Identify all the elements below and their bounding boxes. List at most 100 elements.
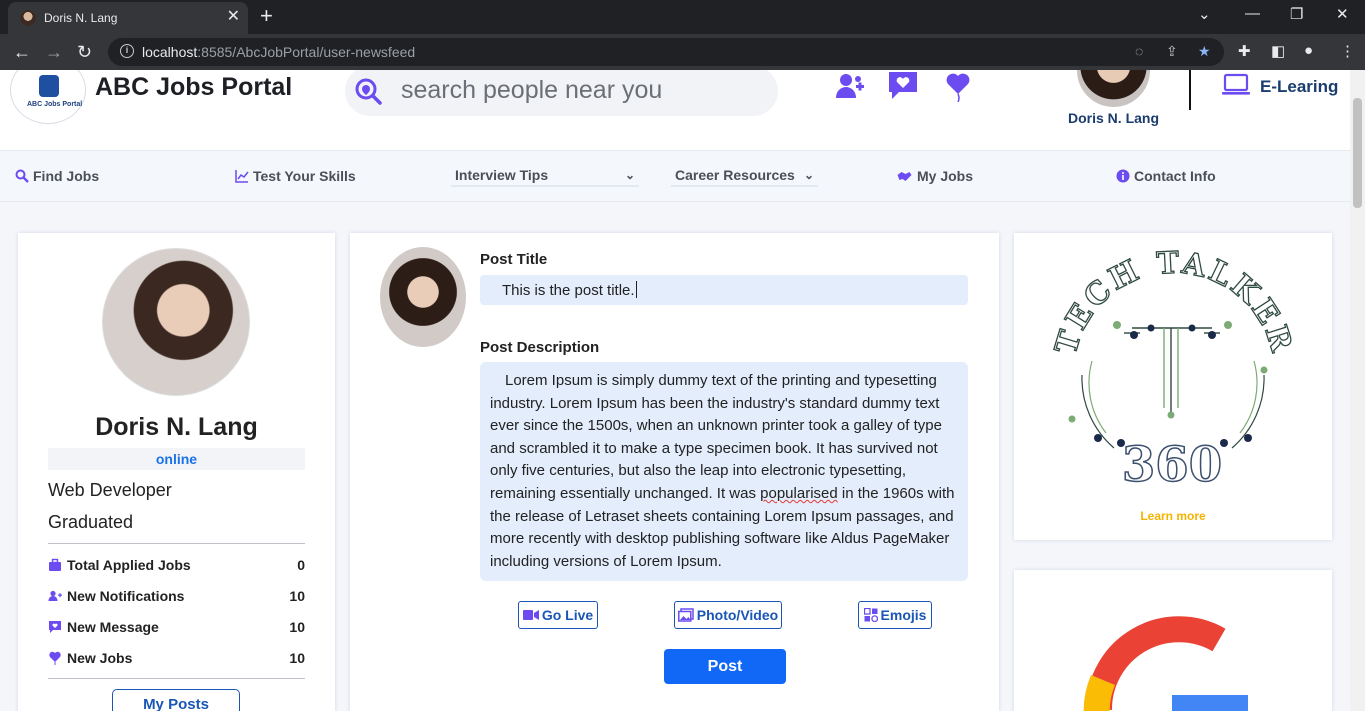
site-header: ABC Jobs Portal ABC Jobs Portal search p…: [0, 70, 1350, 150]
learn-more-link[interactable]: Learn more: [1014, 509, 1332, 523]
extensions-icon[interactable]: ✚: [1238, 42, 1251, 60]
browser-toolbar: ← → ↻ i localhost:8585/AbcJobPortal/user…: [0, 34, 1365, 70]
profile-card: Doris N. Lang online Web Developer Gradu…: [18, 233, 335, 711]
scrollbar-thumb[interactable]: [1353, 98, 1362, 208]
tab-search-chevron-icon[interactable]: ⌄: [1198, 5, 1211, 23]
profile-name: Doris N. Lang: [95, 413, 258, 441]
post-description-textarea[interactable]: Lorem Ipsum is simply dummy text of the …: [480, 362, 968, 581]
stat-value: 10: [289, 588, 305, 604]
page-scrollbar[interactable]: [1350, 70, 1365, 711]
tab-title: Doris N. Lang: [44, 11, 118, 25]
divider: [48, 678, 305, 679]
header-user-name[interactable]: Doris N. Lang: [1068, 110, 1159, 126]
balloon-heart-icon: [49, 651, 61, 665]
stat-value: 10: [289, 650, 305, 666]
side-panel-icon[interactable]: ◧: [1271, 42, 1285, 60]
svg-text:360: 360: [1122, 437, 1222, 493]
elearning-link[interactable]: E-Learing: [1260, 77, 1338, 97]
go-live-label: Go Live: [541, 607, 594, 623]
stat-label: New Notifications: [67, 588, 185, 604]
briefcase-icon: [49, 558, 61, 571]
nav-contact-info-label: Contact Info: [1134, 168, 1216, 184]
profile-role: Web Developer: [48, 480, 172, 500]
address-bar[interactable]: i localhost:8585/AbcJobPortal/user-newsf…: [108, 38, 1224, 66]
nav-career-resources-dropdown[interactable]: Career Resources ⌄: [671, 165, 818, 187]
stat-row-notifications[interactable]: New Notifications 10: [48, 586, 305, 606]
stat-row-applied-jobs[interactable]: Total Applied Jobs 0: [48, 555, 305, 575]
nav-career-resources-label: Career Resources: [675, 167, 795, 183]
emojis-button[interactable]: Emojis: [858, 601, 932, 629]
stat-label: New Jobs: [67, 650, 133, 666]
messages-heart-icon[interactable]: [887, 70, 919, 102]
handshake-icon: [897, 172, 912, 181]
stat-row-messages[interactable]: New Message 10: [48, 617, 305, 637]
restore-icon[interactable]: ❐: [1290, 5, 1303, 23]
header-divider: [1189, 70, 1191, 110]
url-text[interactable]: localhost:8585/AbcJobPortal/user-newsfee…: [142, 44, 415, 60]
google-ad-card: [1014, 570, 1332, 711]
laptop-icon[interactable]: [1221, 73, 1251, 97]
browser-tab[interactable]: Doris N. Lang ✕: [8, 2, 248, 34]
stat-value: 0: [297, 557, 305, 573]
post-title-input[interactable]: This is the post title.: [480, 275, 968, 305]
minimize-icon[interactable]: —: [1245, 5, 1260, 22]
video-camera-icon: [522, 610, 539, 620]
tech-talker-ad-card: TECH TALKER 360 Learn more: [1014, 233, 1332, 540]
chevron-down-icon: ⌄: [624, 168, 635, 182]
profile-icon[interactable]: ●: [1304, 42, 1313, 59]
bookmark-star-icon[interactable]: ★: [1198, 43, 1211, 60]
magnifier-icon: [15, 169, 29, 183]
tech-talker-logo[interactable]: TECH TALKER 360: [1014, 233, 1332, 503]
post-title-label: Post Title: [480, 251, 548, 268]
emojis-label: Emojis: [880, 607, 927, 623]
profile-photo[interactable]: [102, 248, 250, 396]
nav-my-jobs-label: My Jobs: [917, 168, 974, 184]
emoji-icon: [863, 608, 878, 622]
menu-kebab-icon[interactable]: ⋮: [1340, 42, 1355, 60]
nav-interview-tips-dropdown[interactable]: Interview Tips ⌄: [451, 165, 639, 187]
back-icon[interactable]: ←: [13, 42, 31, 62]
stat-row-new-jobs[interactable]: New Jobs 10: [48, 648, 305, 668]
search-icon[interactable]: [353, 76, 383, 106]
stat-label: Total Applied Jobs: [67, 557, 191, 573]
nav-find-jobs[interactable]: Find Jobs: [15, 168, 99, 184]
user-plus-icon: [48, 590, 62, 601]
share-icon[interactable]: ⇪: [1166, 43, 1178, 60]
nav-contact-info[interactable]: Contact Info: [1116, 168, 1216, 184]
chevron-down-icon: ⌄: [803, 168, 814, 182]
friend-requests-icon[interactable]: [834, 70, 866, 102]
nav-interview-tips-label: Interview Tips: [455, 167, 549, 183]
page-viewport: ABC Jobs Portal ABC Jobs Portal search p…: [0, 70, 1350, 711]
google-g-logo[interactable]: [1014, 570, 1332, 711]
photo-video-button[interactable]: Photo/Video: [674, 601, 782, 629]
go-live-button[interactable]: Go Live: [518, 601, 598, 629]
svg-text:TECH TALKER: TECH TALKER: [1049, 246, 1299, 359]
forward-icon[interactable]: →: [45, 42, 63, 62]
divider: [48, 543, 305, 544]
close-window-icon[interactable]: ✕: [1336, 5, 1349, 23]
line-chart-icon: [235, 170, 249, 183]
site-info-icon[interactable]: i: [120, 44, 134, 58]
photo-video-label: Photo/Video: [696, 607, 779, 623]
notifications-balloon-icon[interactable]: [942, 70, 974, 102]
search-bar: [345, 70, 778, 116]
status-badge: online: [48, 448, 305, 470]
header-avatar[interactable]: [1077, 70, 1150, 107]
nav-my-jobs[interactable]: My Jobs: [896, 168, 973, 184]
nav-find-jobs-label: Find Jobs: [33, 168, 100, 184]
reload-icon[interactable]: ↻: [77, 42, 92, 62]
close-tab-icon[interactable]: ✕: [227, 8, 240, 26]
tab-favicon-icon: [20, 10, 36, 26]
search-input[interactable]: [401, 74, 761, 106]
text-caret: [635, 281, 637, 298]
site-logo[interactable]: ABC Jobs Portal: [10, 70, 86, 124]
profile-education: Graduated: [48, 512, 134, 532]
new-tab-icon[interactable]: +: [260, 4, 273, 28]
message-heart-icon: [49, 621, 61, 633]
my-posts-button[interactable]: My Posts: [112, 689, 240, 711]
brand-title[interactable]: ABC Jobs Portal: [95, 73, 292, 102]
logo-mark-icon: [39, 75, 59, 97]
post-submit-button[interactable]: Post: [664, 649, 786, 684]
nav-test-skills[interactable]: Test Your Skills: [235, 168, 356, 184]
eye-slash-icon[interactable]: ◌: [1135, 43, 1143, 59]
